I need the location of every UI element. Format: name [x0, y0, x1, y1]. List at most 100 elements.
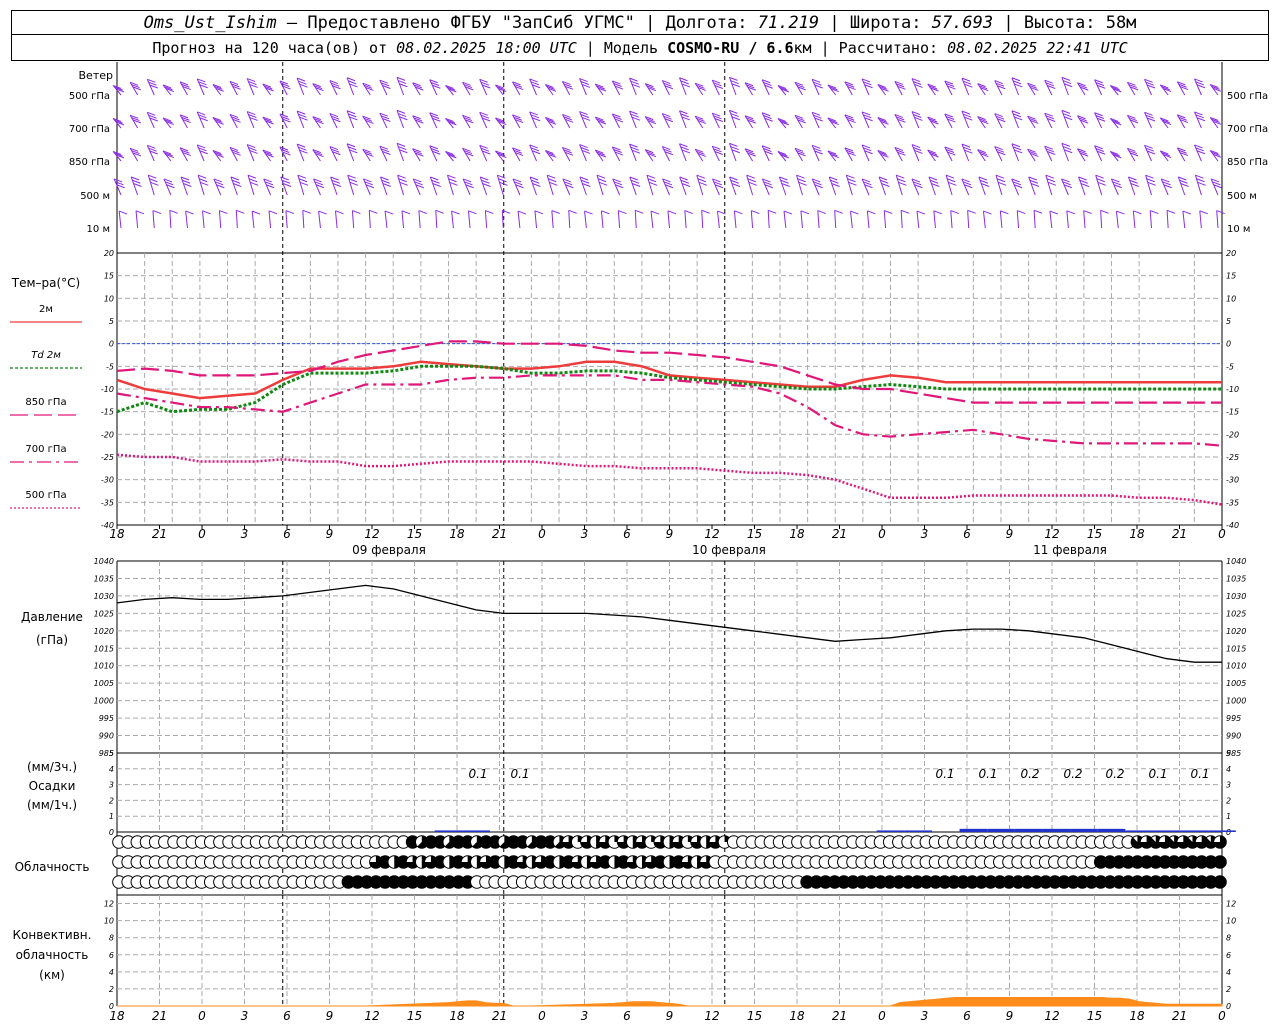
date-label: 09 февраля [352, 543, 426, 557]
precip-amount-label: 0.2 [1105, 767, 1124, 781]
wind-barb-shaft [650, 211, 654, 229]
precip-title: Осадки [29, 779, 76, 793]
hour-label-bottom: 9 [1006, 1009, 1014, 1023]
hour-label-bottom: 18 [1129, 1009, 1145, 1023]
temp-tick-label-right: -30 [1226, 476, 1239, 485]
wind-barb-shaft [600, 210, 604, 229]
precip-bar [434, 830, 463, 832]
wind-barb-feather [1116, 210, 1125, 215]
precip-bar [1097, 828, 1126, 832]
precip-tick-label-right: 3 [1226, 781, 1231, 790]
pressure-tick-label: 995 [99, 714, 114, 723]
pressure-title: Давление [21, 610, 83, 624]
wind-barb-shaft [1199, 210, 1202, 229]
wind-barb-shaft [268, 210, 272, 229]
hour-label: 21 [832, 527, 847, 541]
wind-barb-shaft [1095, 175, 1103, 196]
hour-label-bottom: 3 [581, 1009, 589, 1023]
hour-label: 21 [152, 527, 167, 541]
pressure-tick-label: 1040 [94, 557, 114, 566]
precip-bar [1180, 830, 1209, 832]
wind-barb-shaft [152, 210, 155, 229]
wind-barb-shaft [817, 210, 820, 229]
hour-label-bottom: 15 [1087, 1009, 1102, 1023]
wind-barb-shaft [696, 175, 704, 196]
wind-barb-shaft [396, 110, 405, 129]
wind-barb-shaft [634, 210, 637, 229]
precip-bar [987, 828, 1015, 832]
wind-level-label: 10 м [87, 224, 110, 235]
wind-barb-shaft [197, 175, 205, 196]
precip-bar [1152, 830, 1181, 832]
precip-tick-label: 0 [109, 828, 114, 837]
wind-barb-feather [618, 210, 627, 215]
hour-label-bottom: 6 [283, 1009, 291, 1023]
wind-level-label-right: 500 гПа [1227, 91, 1268, 102]
temp-tick-label: -30 [101, 476, 114, 485]
wind-barb-shaft [746, 175, 754, 196]
wind-barb-shaft [401, 210, 405, 229]
wind-barb-shaft [435, 210, 438, 229]
hour-label: 18 [449, 527, 465, 541]
wind-barb-shaft [551, 210, 554, 229]
wind-barb-feather [1100, 209, 1109, 214]
wind-barb-feather [1150, 210, 1159, 215]
temp-legend-label: 700 гПа [25, 444, 66, 455]
wind-level-label: 850 гПа [69, 157, 110, 168]
precip-tick-label: 1 [109, 812, 114, 821]
temp-tick-label-right: 5 [1226, 317, 1231, 326]
wind-barb-feather [1017, 210, 1026, 215]
wind-barb-shaft [1083, 210, 1086, 229]
wind-barb-shaft [467, 210, 471, 229]
cloud-symbol-fill [1213, 855, 1227, 869]
pressure-tick-label-right: 1030 [1226, 592, 1246, 601]
hour-label: 6 [623, 527, 631, 541]
conv-tick-label: 0 [109, 1002, 114, 1011]
pressure-tick-label: 1015 [94, 644, 114, 653]
wind-barb-feather [468, 210, 477, 215]
precip-amount-label: 0.2 [1063, 767, 1082, 781]
temp-tick-label: -20 [101, 430, 114, 439]
wind-barb-shaft [534, 210, 538, 229]
hour-label: 3 [581, 527, 589, 541]
precip-tick-label-right: 0 [1226, 828, 1231, 837]
conv-tick-label-right: 12 [1226, 900, 1236, 909]
temp-tick-label-right: -40 [1226, 521, 1239, 530]
wind-barb-feather [667, 210, 677, 215]
hour-label-bottom: 0 [1218, 1009, 1226, 1023]
wind-barb-feather [635, 209, 644, 214]
wind-barb-shaft [796, 175, 803, 196]
wind-barb-shaft [517, 211, 521, 229]
wind-barb-feather [834, 209, 843, 214]
wind-level-label: 700 гПа [69, 124, 110, 135]
wind-barb-shaft [999, 210, 1003, 229]
hour-label: 18 [109, 527, 125, 541]
hour-label: 6 [963, 527, 971, 541]
wind-barb-feather [152, 210, 162, 215]
hour-label: 15 [1087, 527, 1102, 541]
cloud-symbols [112, 835, 1227, 889]
pressure-tick-label-right: 1040 [1226, 557, 1246, 566]
precip-tick-label-right: 1 [1226, 812, 1231, 821]
wind-barb-shaft [496, 175, 504, 196]
wind-barb-shaft [396, 77, 405, 96]
wind-barb-shaft [900, 210, 903, 229]
wind-barb-shaft [1066, 210, 1069, 229]
wind-barb-shaft [778, 176, 787, 196]
wind-barb-feather [369, 209, 378, 214]
pressure-tick-label: 990 [99, 732, 114, 741]
wind-barb-shaft [1166, 210, 1169, 229]
wind-barb-shaft [728, 110, 737, 129]
wind-barb-shaft [251, 211, 255, 229]
wind-barb-shaft [1061, 143, 1069, 162]
wind-barb-feather [568, 209, 577, 214]
temp-tick-label: -5 [106, 362, 114, 371]
wind-barb-feather [933, 210, 943, 215]
pressure-tick-label-right: 1015 [1226, 644, 1246, 653]
hour-label: 9 [326, 527, 334, 541]
wind-barb-shaft [679, 176, 687, 196]
precip-amount-label: 0.2 [1020, 767, 1039, 781]
wind-barb-shaft [451, 211, 454, 229]
wind-barb-shaft [1132, 210, 1136, 229]
wind-barb-shaft [783, 211, 787, 229]
